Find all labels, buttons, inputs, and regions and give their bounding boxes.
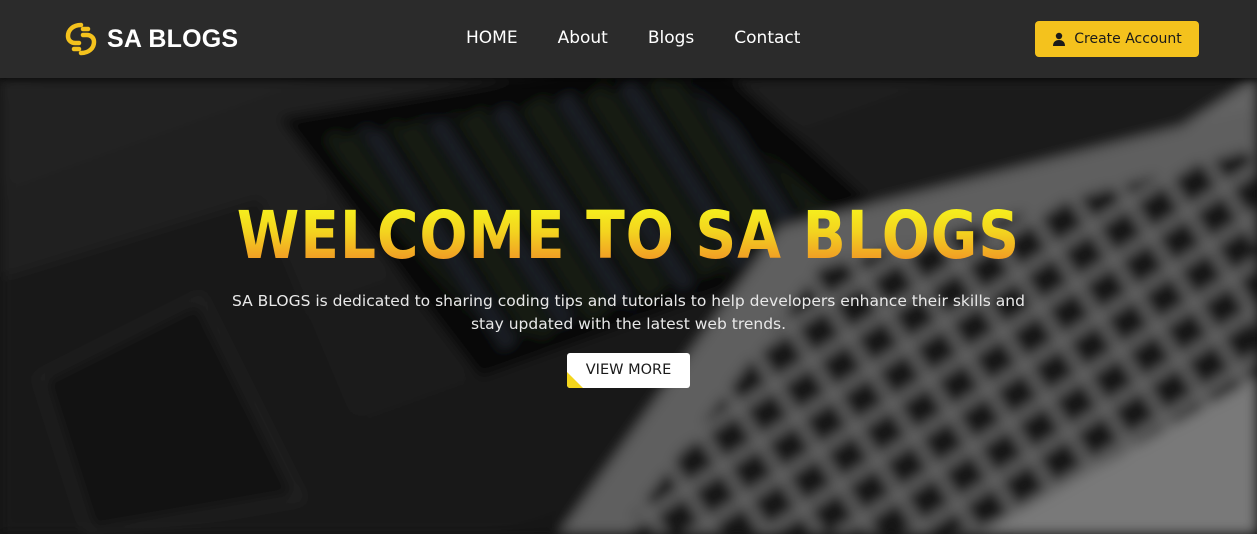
nav-link-home[interactable]: HOME — [466, 28, 518, 48]
main-nav: HOME About Blogs Contact — [466, 28, 800, 48]
user-icon — [1053, 32, 1066, 46]
nav-link-about[interactable]: About — [558, 28, 608, 48]
hero-section: WELCOME TO SA BLOGS SA BLOGS is dedicate… — [0, 78, 1257, 534]
nav-link-contact[interactable]: Contact — [734, 28, 800, 48]
sa-blogs-logo-icon — [65, 22, 97, 56]
view-more-label: VIEW MORE — [585, 362, 672, 378]
create-account-label: Create Account — [1074, 31, 1182, 47]
nav-item-about: About — [558, 28, 608, 48]
nav-item-home: HOME — [466, 28, 518, 48]
brand-link[interactable]: SA BLOGS — [63, 21, 238, 57]
hero-description: SA BLOGS is dedicated to sharing coding … — [232, 292, 1025, 333]
nav-link-blogs[interactable]: Blogs — [648, 28, 694, 48]
top-navbar: SA BLOGS HOME About Blogs Contact Create… — [0, 0, 1257, 78]
create-account-button[interactable]: Create Account — [1035, 21, 1199, 57]
hero-title: WELCOME TO SA BLOGS — [236, 197, 1021, 274]
nav-item-contact: Contact — [734, 28, 800, 48]
button-corner-accent — [567, 372, 583, 388]
nav-item-blogs: Blogs — [648, 28, 694, 48]
brand-name: SA BLOGS — [107, 24, 239, 53]
hero-content: WELCOME TO SA BLOGS SA BLOGS is dedicate… — [0, 196, 1257, 393]
view-more-button[interactable]: VIEW MORE — [567, 353, 690, 388]
